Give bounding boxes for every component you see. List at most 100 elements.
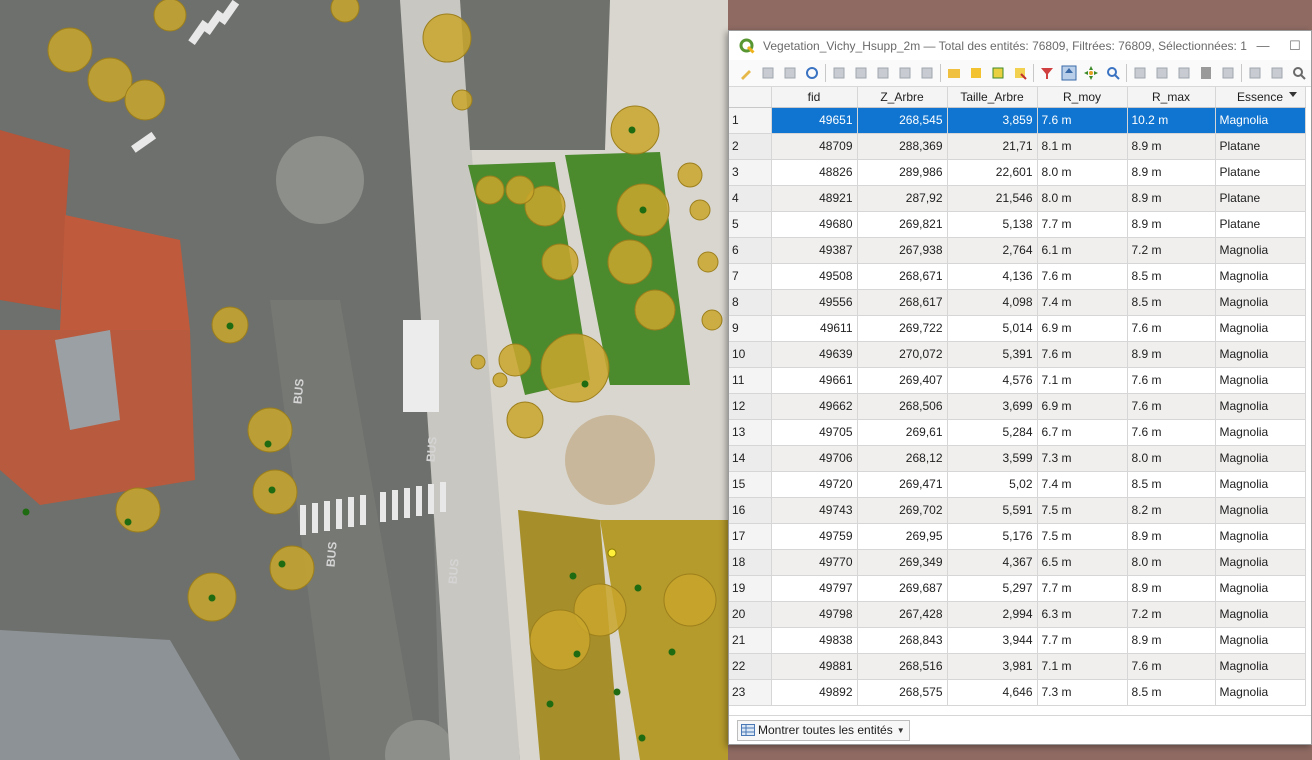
cell-row-number[interactable]: 2: [729, 133, 772, 160]
cell-fid[interactable]: 49743: [771, 497, 858, 524]
cell-r-max[interactable]: 8.2 m: [1127, 497, 1216, 524]
table-row[interactable]: 23 49892 268,575 4,646 7.3 m 8.5 m Magnolia: [729, 679, 1306, 706]
table-row[interactable]: 15 49720 269,471 5,02 7.4 m 8.5 m Magnolia: [729, 471, 1306, 498]
cell-r-moy[interactable]: 8.0 m: [1037, 185, 1128, 212]
cell-r-moy[interactable]: 7.3 m: [1037, 679, 1128, 706]
cell-z-arbre[interactable]: 268,575: [857, 679, 948, 706]
cell-row-number[interactable]: 13: [729, 419, 772, 446]
cell-z-arbre[interactable]: 269,471: [857, 471, 948, 498]
cell-r-max[interactable]: 7.6 m: [1127, 653, 1216, 680]
cell-fid[interactable]: 49797: [771, 575, 858, 602]
cell-fid[interactable]: 48709: [771, 133, 858, 160]
attribute-table-window[interactable]: Vegetation_Vichy_Hsupp_2m — Total des en…: [728, 30, 1312, 745]
cell-essence[interactable]: Magnolia: [1215, 445, 1306, 472]
cell-taille-arbre[interactable]: 22,601: [947, 159, 1038, 186]
cell-taille-arbre[interactable]: 21,71: [947, 133, 1038, 160]
cell-r-max[interactable]: 8.9 m: [1127, 341, 1216, 368]
cell-z-arbre[interactable]: 268,545: [857, 107, 948, 134]
filter-icon[interactable]: [1036, 62, 1058, 84]
cell-z-arbre[interactable]: 267,428: [857, 601, 948, 628]
cell-z-arbre[interactable]: 287,92: [857, 185, 948, 212]
cell-fid[interactable]: 49508: [771, 263, 858, 290]
cell-essence[interactable]: Platane: [1215, 159, 1306, 186]
cell-taille-arbre[interactable]: 3,699: [947, 393, 1038, 420]
table-row[interactable]: 9 49611 269,722 5,014 6.9 m 7.6 m Magnolia: [729, 315, 1306, 342]
cell-r-max[interactable]: 7.6 m: [1127, 393, 1216, 420]
table-row[interactable]: 13 49705 269,61 5,284 6.7 m 7.6 m Magnolia: [729, 419, 1306, 446]
cell-row-number[interactable]: 4: [729, 185, 772, 212]
cell-r-max[interactable]: 7.6 m: [1127, 315, 1216, 342]
cell-r-max[interactable]: 7.6 m: [1127, 367, 1216, 394]
cell-essence[interactable]: Platane: [1215, 185, 1306, 212]
cell-fid[interactable]: 49556: [771, 289, 858, 316]
cell-r-max[interactable]: 8.5 m: [1127, 289, 1216, 316]
cell-r-moy[interactable]: 7.7 m: [1037, 575, 1128, 602]
table-row[interactable]: 21 49838 268,843 3,944 7.7 m 8.9 m Magnolia: [729, 627, 1306, 654]
cell-row-number[interactable]: 15: [729, 471, 772, 498]
cell-r-max[interactable]: 8.9 m: [1127, 627, 1216, 654]
cell-essence[interactable]: Magnolia: [1215, 315, 1306, 342]
cell-taille-arbre[interactable]: 3,859: [947, 107, 1038, 134]
cell-row-number[interactable]: 17: [729, 523, 772, 550]
table-row[interactable]: 18 49770 269,349 4,367 6.5 m 8.0 m Magnolia: [729, 549, 1306, 576]
cell-essence[interactable]: Magnolia: [1215, 497, 1306, 524]
copy-icon[interactable]: [894, 62, 916, 84]
cell-essence[interactable]: Magnolia: [1215, 679, 1306, 706]
cell-r-moy[interactable]: 7.5 m: [1037, 523, 1128, 550]
cell-essence[interactable]: Magnolia: [1215, 601, 1306, 628]
cell-row-number[interactable]: 22: [729, 653, 772, 680]
table-row[interactable]: 7 49508 268,671 4,136 7.6 m 8.5 m Magnolia: [729, 263, 1306, 290]
cell-taille-arbre[interactable]: 5,297: [947, 575, 1038, 602]
cell-r-moy[interactable]: 6.3 m: [1037, 601, 1128, 628]
cell-r-moy[interactable]: 7.6 m: [1037, 107, 1128, 134]
cell-z-arbre[interactable]: 269,61: [857, 419, 948, 446]
cell-row-number[interactable]: 3: [729, 159, 772, 186]
select-by-expression-icon[interactable]: [943, 62, 965, 84]
cell-r-moy[interactable]: 7.3 m: [1037, 445, 1128, 472]
paste-features-icon[interactable]: [1151, 62, 1173, 84]
cell-row-number[interactable]: 5: [729, 211, 772, 238]
cell-r-moy[interactable]: 8.0 m: [1037, 159, 1128, 186]
cell-essence[interactable]: Magnolia: [1215, 627, 1306, 654]
cell-row-number[interactable]: 16: [729, 497, 772, 524]
cell-fid[interactable]: 49881: [771, 653, 858, 680]
cell-r-moy[interactable]: 7.6 m: [1037, 341, 1128, 368]
cell-fid[interactable]: 49759: [771, 523, 858, 550]
cell-taille-arbre[interactable]: 5,014: [947, 315, 1038, 342]
cell-z-arbre[interactable]: 268,12: [857, 445, 948, 472]
cell-taille-arbre[interactable]: 3,599: [947, 445, 1038, 472]
cell-row-number[interactable]: 12: [729, 393, 772, 420]
conditional-formatting-icon[interactable]: [1217, 62, 1239, 84]
add-feature-icon[interactable]: [828, 62, 850, 84]
cell-row-number[interactable]: 9: [729, 315, 772, 342]
table-row[interactable]: 5 49680 269,821 5,138 7.7 m 8.9 m Platane: [729, 211, 1306, 238]
cell-taille-arbre[interactable]: 4,576: [947, 367, 1038, 394]
deselect-all-icon[interactable]: [1009, 62, 1031, 84]
cell-z-arbre[interactable]: 268,506: [857, 393, 948, 420]
table-row[interactable]: 17 49759 269,95 5,176 7.5 m 8.9 m Magnolia: [729, 523, 1306, 550]
cell-z-arbre[interactable]: 289,986: [857, 159, 948, 186]
attribute-table[interactable]: fid Z_Arbre Taille_Arbre R_moy R_max Ess…: [729, 87, 1311, 717]
cell-essence[interactable]: Magnolia: [1215, 419, 1306, 446]
cell-essence[interactable]: Magnolia: [1215, 367, 1306, 394]
cell-essence[interactable]: Platane: [1215, 133, 1306, 160]
maximize-button[interactable]: ☐: [1279, 38, 1311, 54]
cell-fid[interactable]: 49706: [771, 445, 858, 472]
cell-z-arbre[interactable]: 269,702: [857, 497, 948, 524]
cell-row-number[interactable]: 6: [729, 237, 772, 264]
cell-r-max[interactable]: 10.2 m: [1127, 107, 1216, 134]
table-row[interactable]: 14 49706 268,12 3,599 7.3 m 8.0 m Magnolia: [729, 445, 1306, 472]
cell-r-moy[interactable]: 6.5 m: [1037, 549, 1128, 576]
cell-row-number[interactable]: 8: [729, 289, 772, 316]
cell-essence[interactable]: Magnolia: [1215, 289, 1306, 316]
cell-z-arbre[interactable]: 269,95: [857, 523, 948, 550]
cell-essence[interactable]: Magnolia: [1215, 237, 1306, 264]
cell-essence[interactable]: Magnolia: [1215, 263, 1306, 290]
table-row[interactable]: 4 48921 287,92 21,546 8.0 m 8.9 m Platane: [729, 185, 1306, 212]
cell-essence[interactable]: Magnolia: [1215, 653, 1306, 680]
cell-fid[interactable]: 48921: [771, 185, 858, 212]
cell-fid[interactable]: 49661: [771, 367, 858, 394]
cell-r-moy[interactable]: 7.5 m: [1037, 497, 1128, 524]
cut-icon[interactable]: [872, 62, 894, 84]
table-row[interactable]: 11 49661 269,407 4,576 7.1 m 7.6 m Magnolia: [729, 367, 1306, 394]
